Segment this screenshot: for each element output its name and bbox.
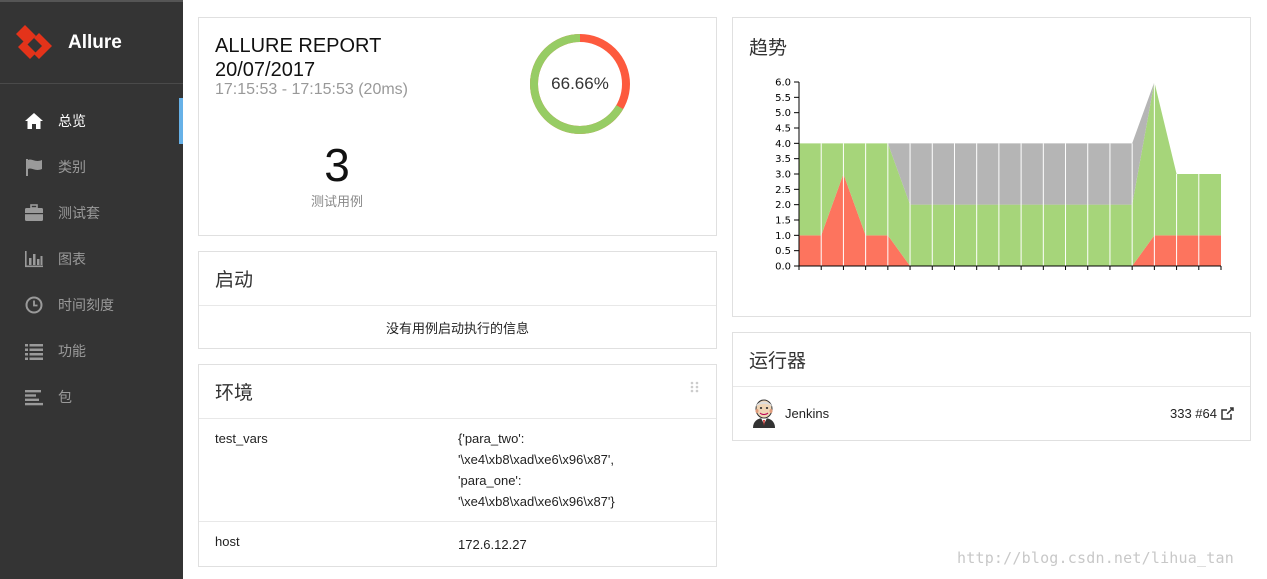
external-link-icon xyxy=(1221,406,1234,420)
launch-widget: 启动 没有用例启动执行的信息 xyxy=(198,251,717,349)
sidebar-item-label: 包 xyxy=(58,390,72,406)
env-row: host 172.6.12.27 xyxy=(199,522,716,567)
summary-widget: ALLURE REPORT 20/07/2017 17:15:53 - 17:1… xyxy=(198,17,717,236)
briefcase-icon xyxy=(24,204,44,222)
trend-y-tick-label: 5.0 xyxy=(775,108,791,119)
list-icon xyxy=(24,342,44,360)
sidebar-item-behaviors[interactable]: 功能 xyxy=(0,328,183,374)
sidebar-item-label: 类别 xyxy=(58,160,86,176)
brand[interactable]: Allure xyxy=(0,2,183,84)
executor-build-link[interactable]: 333 #64 xyxy=(1170,406,1234,421)
executor-build-label: 333 #64 xyxy=(1170,405,1217,421)
sidebar-item-label: 功能 xyxy=(58,344,86,360)
environment-widget: 环境 test_vars {'para_two': '\xe4\xb8\xad\… xyxy=(198,364,717,567)
executors-widget: 运行器 Jenkins 333 #64 xyxy=(732,332,1251,441)
launch-title: 启动 xyxy=(199,252,716,306)
sidebar-item-packages[interactable]: 包 xyxy=(0,374,183,420)
watermark: http://blog.csdn.net/lihua_tan xyxy=(957,549,1234,567)
trend-y-tick-label: 5.5 xyxy=(775,93,791,104)
brand-name: Allure xyxy=(68,31,122,53)
jenkins-icon xyxy=(753,399,775,428)
env-key: host xyxy=(215,534,240,549)
executors-title: 运行器 xyxy=(733,333,1250,387)
sidebar-item-label: 时间刻度 xyxy=(58,298,114,314)
environment-title: 环境 xyxy=(199,365,716,419)
sidebar-item-categories[interactable]: 类别 xyxy=(0,144,183,190)
test-count: 3 xyxy=(324,139,350,191)
trend-y-tick-label: 1.5 xyxy=(775,216,791,227)
sidebar-item-overview[interactable]: 总览 xyxy=(0,98,183,144)
sidebar-item-label: 图表 xyxy=(58,252,86,268)
trend-chart: 0.0 0.5 1.0 1.5 2.0 2.5 3.0 3.5 4.0 4.5 5.0 5.5 6.0 xyxy=(775,78,1222,273)
trend-y-tick-label: 2.0 xyxy=(775,200,791,211)
env-value: {'para_two': '\xe4\xb8\xad\xe6\x96\x87',… xyxy=(458,431,615,509)
sidebar-item-graphs[interactable]: 图表 xyxy=(0,236,183,282)
sidebar: Allure 总览 类别 测试套 图表 时间刻度 功能 包 xyxy=(0,0,183,579)
trend-y-tick-label: 2.5 xyxy=(775,185,791,196)
trend-y-tick-label: 0.5 xyxy=(775,246,791,257)
trend-y-tick-label: 6.0 xyxy=(775,78,791,89)
sidebar-item-suites[interactable]: 测试套 xyxy=(0,190,183,236)
executor-row[interactable]: Jenkins 333 #64 xyxy=(733,387,1250,439)
trend-y-tick-label: 1.0 xyxy=(775,231,791,242)
trend-y-tick-label: 3.0 xyxy=(775,170,791,181)
align-left-icon xyxy=(24,388,44,406)
bar-chart-icon xyxy=(24,250,44,268)
flag-icon xyxy=(24,158,44,176)
test-count-label: 测试用例 xyxy=(310,195,363,210)
trend-y-tick-label: 4.0 xyxy=(775,139,791,150)
trend-y-tick-label: 0.0 xyxy=(775,262,791,273)
home-icon xyxy=(24,112,44,130)
trend-y-tick-label: 3.5 xyxy=(775,154,791,165)
pass-rate-label: 66.66% xyxy=(551,74,609,93)
sidebar-item-timeline[interactable]: 时间刻度 xyxy=(0,282,183,328)
clock-icon xyxy=(24,296,44,314)
executor-name: Jenkins xyxy=(785,405,830,421)
launch-empty-message: 没有用例启动执行的信息 xyxy=(385,321,529,337)
env-value: 172.6.12.27 xyxy=(458,537,527,552)
report-name: ALLURE REPORT xyxy=(215,35,382,57)
env-key: test_vars xyxy=(215,431,268,446)
report-time-range: 17:15:53 - 17:15:53 (20ms) xyxy=(215,81,409,98)
trend-y-tick-label: 4.5 xyxy=(775,124,791,135)
drag-handle-icon[interactable] xyxy=(690,381,700,393)
sidebar-item-label: 测试套 xyxy=(58,206,100,222)
env-row: test_vars {'para_two': '\xe4\xb8\xad\xe6… xyxy=(199,419,716,522)
allure-logo-icon xyxy=(16,24,52,59)
sidebar-nav: 总览 类别 测试套 图表 时间刻度 功能 包 xyxy=(0,98,183,420)
trend-widget: 趋势 0.0 0.5 1.0 1.5 2.0 2.5 3.0 3.5 4.0 4.5 5.0 5.5 6… xyxy=(732,17,1251,317)
sidebar-item-label: 总览 xyxy=(58,114,86,130)
report-date: 20/07/2017 xyxy=(215,59,316,81)
